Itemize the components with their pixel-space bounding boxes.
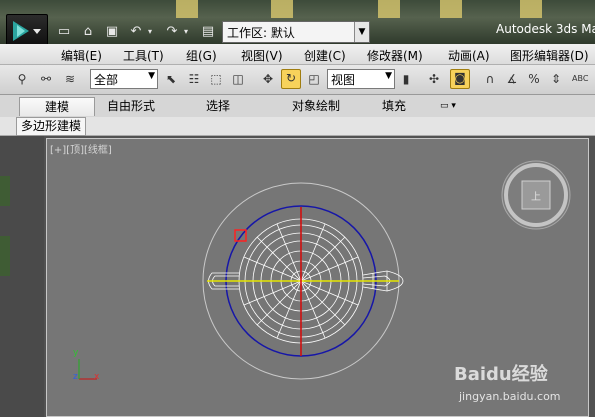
menu-edit[interactable]: 编辑(E) <box>61 47 102 64</box>
workspace-selector[interactable]: 工作区: 默认 ▼ <box>222 21 370 43</box>
background-strip <box>271 0 293 18</box>
open-icon[interactable]: ⌂ <box>80 24 96 40</box>
select-and-link-icon[interactable]: ⚲ <box>14 71 30 87</box>
app-menu-button[interactable] <box>6 14 48 48</box>
redo-icon[interactable]: ↷ <box>164 24 180 40</box>
select-by-name-icon[interactable]: ☷ <box>186 71 202 87</box>
menu-modifiers[interactable]: 修改器(M) <box>367 47 423 64</box>
menu-group[interactable]: 组(G) <box>186 47 217 64</box>
manipulate-icon[interactable]: ✣ <box>426 71 442 87</box>
ribbon-panel-bar: 多边形建模 <box>0 117 595 136</box>
svg-text:上: 上 <box>531 191 541 203</box>
tab-freeform[interactable]: 自由形式 <box>100 97 162 115</box>
ribbon-options-dropdown[interactable]: ▭ ▾ <box>433 97 463 115</box>
project-folder-icon[interactable]: ▤ <box>200 24 216 40</box>
selection-filter-dropdown[interactable]: 全部 ▼ <box>90 69 158 89</box>
undo-icon[interactable]: ↶ <box>128 24 144 40</box>
axis-z-label: z <box>73 372 78 382</box>
viewport-label-menu[interactable]: [+][顶][线框] <box>50 141 112 156</box>
scale-icon[interactable]: ◰ <box>306 71 322 87</box>
edit-named-selection-icon[interactable]: ABC <box>572 71 588 87</box>
bind-space-warp-icon[interactable]: ≋ <box>62 71 78 87</box>
background-strip <box>440 0 462 18</box>
menu-create[interactable]: 创建(C) <box>304 47 346 64</box>
chevron-down-icon: ▼ <box>385 71 392 81</box>
baidu-watermark-logo: Baidu经验 <box>454 364 548 385</box>
main-toolbar: ⚲ ⚯ ≋ 全部 ▼ ⬉ ☷ ⬚ ◫ ✥ ↻ ◰ 视图 ▼ ▮ ✣ ◙ ∩ ∡ … <box>0 65 595 95</box>
selection-filter-value: 全部 <box>94 73 119 87</box>
move-icon[interactable]: ✥ <box>260 71 276 87</box>
chevron-down-icon: ▼ <box>148 71 155 81</box>
pivot-center-icon[interactable]: ▮ <box>398 71 414 87</box>
unlink-icon[interactable]: ⚯ <box>38 71 54 87</box>
rectangular-region-icon[interactable]: ⬚ <box>208 71 224 87</box>
reference-coordinate-dropdown[interactable]: 视图 ▼ <box>327 69 395 89</box>
reference-coordinate-value: 视图 <box>331 73 356 87</box>
app-title: Autodesk 3ds Ma <box>496 22 595 36</box>
ribbon-tabs: 建模 自由形式 选择 对象绘制 填充 ▭ ▾ <box>0 95 595 118</box>
redo-dropdown-icon[interactable]: ▾ <box>182 24 190 40</box>
tab-modeling[interactable]: 建模 <box>19 97 95 116</box>
subtab-polygon-modeling[interactable]: 多边形建模 <box>16 117 87 136</box>
angle-snap-icon[interactable]: ∡ <box>504 71 520 87</box>
tab-populate[interactable]: 填充 <box>376 97 412 115</box>
keyboard-shortcut-override-icon[interactable]: ◙ <box>450 69 470 89</box>
spinner-snap-icon[interactable]: ⇕ <box>548 71 564 87</box>
menu-bar: 编辑(E) 工具(T) 组(G) 视图(V) 创建(C) 修改器(M) 动画(A… <box>0 44 595 65</box>
menu-tools[interactable]: 工具(T) <box>123 47 164 64</box>
rotate-icon[interactable]: ↻ <box>281 69 301 89</box>
max-logo-icon <box>13 21 41 41</box>
background-strip <box>520 0 542 18</box>
axis-x-label: x <box>94 372 100 382</box>
undo-dropdown-icon[interactable]: ▾ <box>146 24 154 40</box>
menu-graph-editors[interactable]: 图形编辑器(D) <box>510 47 589 64</box>
tab-object-paint[interactable]: 对象绘制 <box>276 97 356 115</box>
axis-y-label: y <box>73 348 79 358</box>
background-strip <box>0 136 44 417</box>
viewcube-icon[interactable]: 上 <box>501 160 571 230</box>
watermark-site-text: jingyan.baidu.com <box>459 390 561 403</box>
percent-snap-icon[interactable]: % <box>526 71 542 87</box>
window-crossing-icon[interactable]: ◫ <box>230 71 246 87</box>
background-strip <box>176 0 198 18</box>
menu-animation[interactable]: 动画(A) <box>448 47 490 64</box>
snaps-toggle-icon[interactable]: ∩ <box>482 71 498 87</box>
select-object-icon[interactable]: ⬉ <box>163 71 179 87</box>
chevron-down-icon: ▼ <box>354 22 369 42</box>
save-icon[interactable]: ▣ <box>104 24 120 40</box>
new-icon[interactable]: ▭ <box>56 24 72 40</box>
background-strip <box>378 0 400 18</box>
menu-views[interactable]: 视图(V) <box>241 47 283 64</box>
tab-selection[interactable]: 选择 <box>198 97 238 115</box>
workspace-label: 工作区: 默认 <box>227 26 295 40</box>
